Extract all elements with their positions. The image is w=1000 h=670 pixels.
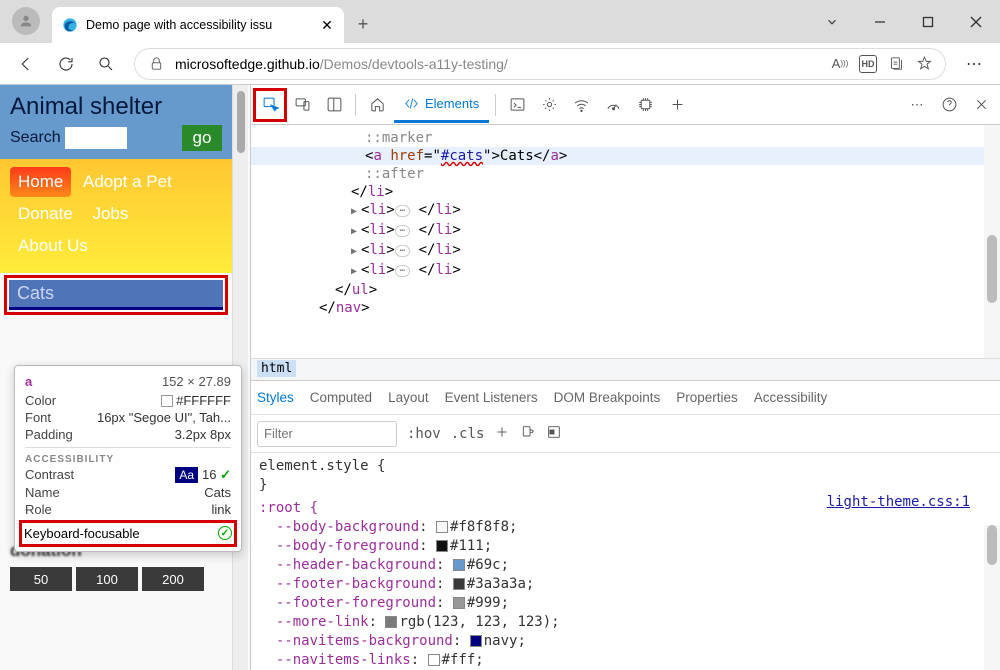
elements-breadcrumb[interactable]: html [251,358,1000,380]
chevron-down-icon[interactable] [808,0,856,43]
performance-tab-icon[interactable] [598,90,628,120]
highlighted-element: Cats [4,275,228,315]
browser-tab[interactable]: Demo page with accessibility issu ✕ [52,7,344,43]
panel-layout-button[interactable] [319,90,349,120]
collections-icon[interactable] [887,55,905,73]
search-button[interactable] [88,46,124,82]
styles-subtabs: Styles Computed Layout Event Listeners D… [251,381,1000,415]
edge-favicon-icon [62,17,78,33]
maximize-button[interactable] [904,0,952,43]
url-text: microsoftedge.github.io/Demos/devtools-a… [175,56,821,72]
nav-donate[interactable]: Donate [10,199,81,229]
more-menu-button[interactable]: ⋯ [956,46,992,82]
event-listeners-tab[interactable]: Event Listeners [445,390,538,405]
cats-link[interactable]: Cats [9,280,223,310]
check-icon: ✓ [218,526,232,540]
lock-icon [147,55,165,73]
profile-button[interactable] [12,7,40,35]
nav-adopt[interactable]: Adopt a Pet [75,167,180,197]
properties-tab[interactable]: Properties [676,390,738,405]
nav-jobs[interactable]: Jobs [84,199,136,229]
accessibility-tab[interactable]: Accessibility [754,390,828,405]
tooltip-dimensions: 152 × 27.89 [162,374,231,389]
window-controls [808,0,1000,43]
reading-aloud-icon[interactable]: A))) [831,55,849,73]
elements-scrollbar[interactable] [984,125,1000,358]
hov-button[interactable]: :hov [407,426,441,442]
main-nav: Home Adopt a Pet Donate Jobs About Us [0,159,232,273]
device-toggle-button[interactable] [287,90,317,120]
check-icon: ✓ [220,467,231,482]
network-tab-icon[interactable] [566,90,596,120]
refresh-button[interactable] [48,46,84,82]
keyboard-focusable-row: Keyboard-focusable✓ [19,520,237,547]
search-label: Search [10,129,61,147]
page-title: Animal shelter [10,93,222,121]
inspect-tooltip: a 152 × 27.89 Color#FFFFFF Font16px "Seg… [14,365,242,552]
back-button[interactable] [8,46,44,82]
memory-tab-icon[interactable] [630,90,660,120]
elements-tab[interactable]: Elements [394,87,489,123]
hd-icon[interactable]: HD [859,55,877,73]
layout-editor-button[interactable] [546,424,562,444]
go-button[interactable]: go [182,125,222,151]
tooltip-tag: a [25,374,32,389]
styles-filter-input[interactable] [257,421,397,447]
donate-50-button[interactable]: 50 [10,567,72,591]
inspect-element-button[interactable] [255,90,285,120]
more-tabs-button[interactable] [662,90,692,120]
tab-title: Demo page with accessibility issu [86,18,312,32]
minimize-button[interactable] [856,0,904,43]
new-tab-button[interactable]: + [348,9,378,39]
styles-rules[interactable]: element.style { } :root { light-theme.cs… [251,453,1000,670]
devtools-more-button[interactable]: ⋯ [902,90,932,120]
computed-tab[interactable]: Computed [310,390,372,405]
close-window-button[interactable] [952,0,1000,43]
source-link[interactable]: light-theme.css:1 [827,493,970,512]
dom-breakpoints-tab[interactable]: DOM Breakpoints [554,390,661,405]
nav-home[interactable]: Home [10,167,71,197]
font-editor-button[interactable] [520,424,536,444]
cls-button[interactable]: .cls [451,426,485,442]
styles-pane: Styles Computed Layout Event Listeners D… [251,380,1000,670]
devtools-panel: Elements ⋯ ::marker <a href="#cats">Cats… [250,85,1000,670]
styles-scrollbar[interactable] [984,525,1000,670]
console-tab-icon[interactable] [502,90,532,120]
sources-tab-icon[interactable] [534,90,564,120]
selected-element-row: <a href="#cats">Cats</a> [251,147,984,165]
donate-100-button[interactable]: 100 [76,567,138,591]
devtools-tabstrip: Elements ⋯ [251,85,1000,125]
tab-close-icon[interactable]: ✕ [320,18,334,32]
favorite-icon[interactable] [915,55,933,73]
address-bar: microsoftedge.github.io/Demos/devtools-a… [0,43,1000,85]
new-rule-button[interactable] [494,424,510,444]
search-input[interactable] [65,127,127,149]
nav-about[interactable]: About Us [10,231,96,261]
url-field[interactable]: microsoftedge.github.io/Demos/devtools-a… [134,48,946,80]
layout-tab[interactable]: Layout [388,390,429,405]
styles-tab[interactable]: Styles [257,390,294,405]
welcome-tab[interactable] [362,90,392,120]
browser-titlebar: Demo page with accessibility issu ✕ + [0,0,1000,43]
devtools-help-button[interactable] [934,90,964,120]
devtools-close-button[interactable] [966,90,996,120]
elements-tree[interactable]: ::marker <a href="#cats">Cats</a> ::afte… [251,125,984,358]
donate-200-button[interactable]: 200 [142,567,204,591]
